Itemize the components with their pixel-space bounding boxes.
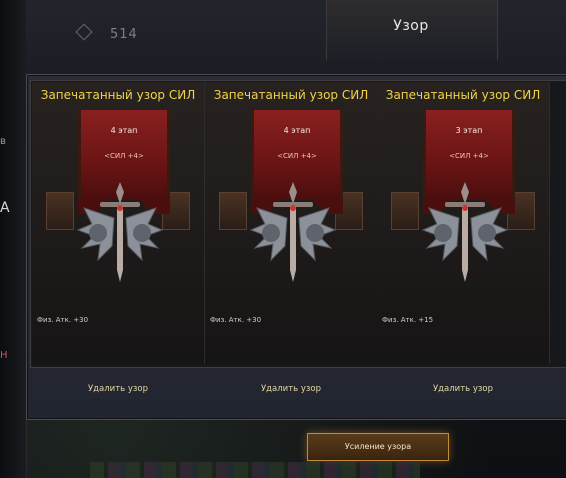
sword-wings-emblem-icon — [249, 182, 337, 282]
skill-hotbar — [90, 462, 420, 478]
stat-line: Физ. Атк. +30 — [210, 316, 262, 324]
remove-pattern-button[interactable]: Удалить узор — [32, 384, 204, 394]
upgrade-pattern-button[interactable]: Усиление узора — [307, 433, 449, 461]
counter-value: 514 — [110, 27, 138, 42]
sword-wings-emblem-icon — [76, 182, 164, 282]
bonus-tag: <СИЛ +4> — [104, 152, 144, 160]
pattern-card: Запечатанный узор СИЛ 4 этап <СИЛ +4> Фи… — [32, 82, 205, 364]
window-top-bar: 514 Узор — [26, 0, 566, 78]
rune-ornament — [46, 192, 74, 230]
remove-pattern-button[interactable]: Удалить узор — [377, 384, 549, 394]
pattern-card: Запечатанный узор СИЛ 3 этап <СИЛ +4> Фи… — [377, 82, 550, 364]
stage-label: 4 этап — [283, 126, 311, 135]
bonus-tag: <СИЛ +4> — [277, 152, 317, 160]
stage-label: 4 этап — [110, 126, 138, 135]
top-counter: 514 — [75, 23, 138, 42]
hud-glyph: Н — [0, 350, 8, 361]
rune-ornament — [219, 192, 247, 230]
card-title: Запечатанный узор СИЛ — [385, 88, 541, 102]
card-title: Запечатанный узор СИЛ — [213, 88, 369, 102]
left-hud-strip: в А Н — [0, 0, 27, 478]
stat-line: Физ. Атк. +15 — [382, 316, 434, 324]
remove-pattern-button[interactable]: Удалить узор — [205, 384, 377, 394]
card-title: Запечатанный узор СИЛ — [40, 88, 196, 102]
bonus-tag: <СИЛ +4> — [449, 152, 489, 160]
hud-glyph: А — [0, 200, 10, 216]
diamond-icon — [75, 23, 93, 41]
sword-wings-emblem-icon — [421, 182, 509, 282]
hud-glyph: в — [0, 136, 6, 147]
stat-line: Физ. Атк. +30 — [37, 316, 89, 324]
window-title: Узор — [393, 18, 429, 34]
pattern-card: Запечатанный узор СИЛ 4 этап <СИЛ +4> Фи… — [205, 82, 378, 364]
rune-ornament — [391, 192, 419, 230]
stage-label: 3 этап — [455, 126, 483, 135]
